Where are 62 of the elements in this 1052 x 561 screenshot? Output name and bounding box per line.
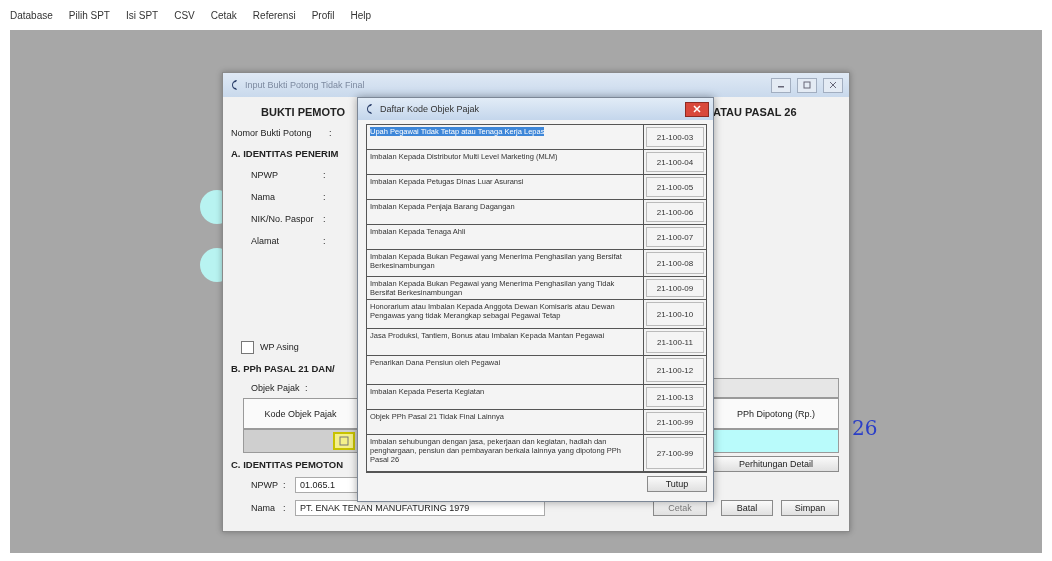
dialog-title: Daftar Kode Objek Pajak [380,104,481,114]
colon-text: : [283,503,287,513]
colon-text: : [323,192,327,202]
table-cell: 21-100-11 [646,331,704,353]
section-heading: A. IDENTITAS PENERIM [231,147,340,159]
table-header: PPh Dipotong (Rp.) [713,398,839,429]
action-button[interactable]: Simpan [781,500,839,516]
table-cell: 21-100-04 [646,152,704,172]
table-header: Kode Objek Pajak [243,398,358,429]
field-label: Nama [251,192,276,202]
form-heading: BUKTI PEMOTO [260,106,347,118]
field-label: NPWP [251,480,277,490]
close-button[interactable] [685,101,709,117]
close-button[interactable] [823,77,843,93]
colon-text: : [323,214,327,224]
colon-text: : [283,480,287,490]
window-title: Input Bukti Potong Tidak Final [245,80,366,90]
input-field[interactable]: PT. ENAK TENAN MANUFATURING 1979 [295,500,545,516]
field-label: Nama [251,503,276,513]
close-icon [829,81,837,89]
field-label: Nomor Bukti Potong [231,128,313,138]
table-cell: 21-100-07 [646,227,704,247]
detail-button[interactable]: Perhitungan Detail [713,456,839,472]
app-logo-icon [364,103,374,115]
menu-item[interactable]: CSV [174,9,195,21]
table-cell: 21-100-03 [646,127,704,147]
menu-item[interactable]: Profil [311,9,335,21]
colon-text: : [323,236,327,246]
field-label: NIK/No. Paspor [251,214,315,224]
colon-text: : [323,169,327,180]
desktop-text: 26 [852,418,878,438]
close-dialog-button[interactable]: Tutup [647,476,707,492]
table-cell: 21-100-13 [646,387,704,407]
menu-item[interactable]: Referensi [252,9,296,21]
form-heading: ATAU PASAL 26 [713,106,798,118]
table-cell: 21-100-12 [646,358,704,382]
table-cell: 21-100-06 [646,202,704,222]
maximize-icon [803,81,811,89]
action-button[interactable]: Batal [721,500,773,516]
table-cell: 21-100-05 [646,177,704,197]
field-label: Alamat [251,236,280,246]
section-heading: C. IDENTITAS PEMOTON [231,458,345,470]
colon-text: : [305,383,309,393]
menu-item[interactable]: Cetak [210,9,237,21]
field-label: NPWP [251,169,279,180]
section-heading: B. PPh PASAL 21 DAN/ [231,362,336,374]
table-cell: 21-100-09 [646,279,704,297]
table-cell: 21-100-08 [646,252,704,274]
table-cell: 21-100-99 [646,412,704,432]
table-cell: 21-100-10 [646,302,704,326]
menu-item[interactable]: Database [10,9,53,21]
table-cell: 27-100-99 [646,437,704,469]
colon-text: : [329,128,333,138]
menu-item[interactable]: Pilih SPT [68,9,110,21]
menu-item[interactable]: Help [350,9,372,21]
checkbox[interactable] [241,340,254,354]
app-logo-icon [229,79,239,91]
close-icon [693,105,701,113]
menu-item[interactable]: Isi SPT [125,9,159,21]
field-label: Objek Pajak [251,383,299,393]
checkbox-label: WP Asing [260,342,300,352]
square-icon [339,436,349,446]
